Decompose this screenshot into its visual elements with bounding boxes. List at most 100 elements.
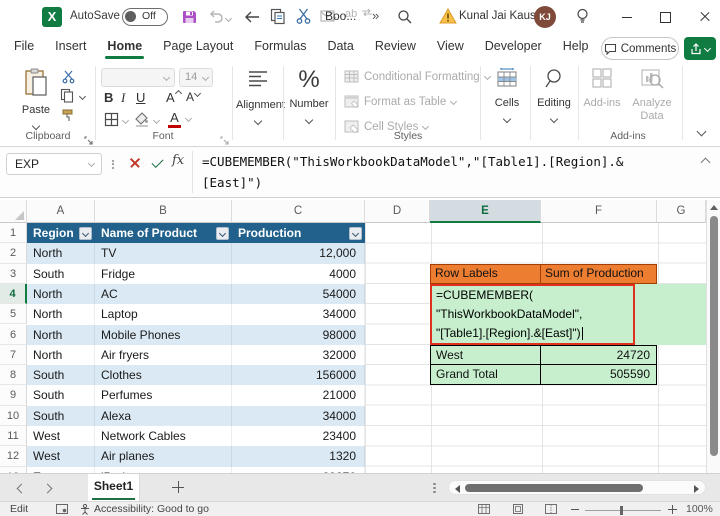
cells-button[interactable]: Cells (486, 68, 528, 127)
page-break-view-button[interactable] (545, 504, 557, 516)
column-header-b[interactable]: B (95, 200, 232, 223)
row-header-1[interactable]: 1 (0, 223, 27, 243)
row-header-6[interactable]: 6 (0, 325, 27, 345)
row-header-9[interactable]: 9 (0, 385, 27, 405)
ribbon-collapse-chevron-icon[interactable] (697, 127, 707, 137)
normal-view-button[interactable] (478, 504, 490, 516)
enter-button[interactable] (150, 155, 166, 171)
column-header-e[interactable]: E (430, 200, 541, 223)
bold-button[interactable]: B (104, 90, 113, 105)
cell-a11[interactable]: West (27, 426, 95, 446)
vertical-scrollbar[interactable] (706, 200, 720, 473)
name-box[interactable]: EXP (6, 153, 102, 175)
cell-b6[interactable]: Mobile Phones (95, 325, 232, 345)
minimize-button[interactable] (612, 0, 642, 34)
cell-c9[interactable]: 21000 (232, 385, 365, 405)
cell-a12[interactable]: West (27, 446, 95, 466)
row-header-12[interactable]: 12 (0, 446, 27, 466)
borders-button[interactable] (104, 112, 119, 132)
formula-edit-box[interactable]: =CUBEMEMBER( "ThisWorkbookDataModel", "[… (430, 284, 635, 345)
cell-c6[interactable]: 98000 (232, 325, 365, 345)
cell-c10[interactable]: 34000 (232, 406, 365, 426)
formula-bar-expand-chevron-icon[interactable] (701, 158, 711, 168)
pivot-cell-grandtotal-label[interactable]: Grand Total (430, 365, 541, 385)
cell-a4[interactable]: North (27, 284, 95, 304)
activation-warning-button[interactable] (439, 8, 457, 29)
tab-data[interactable]: Data (327, 39, 353, 53)
cell-c4[interactable]: 54000 (232, 284, 365, 304)
font-size-combo[interactable]: 14 (179, 68, 213, 87)
cell-a6[interactable]: North (27, 325, 95, 345)
add-sheet-button[interactable] (172, 481, 185, 494)
cell-a3[interactable]: South (27, 264, 95, 284)
page-layout-view-button[interactable] (512, 504, 524, 516)
format-as-table-button[interactable]: Format as Table (344, 95, 456, 108)
maximize-button[interactable] (650, 0, 680, 34)
cell-c2[interactable]: 12,000 (232, 243, 365, 263)
tab-home[interactable]: Home (107, 39, 142, 53)
cell-a10[interactable]: South (27, 406, 95, 426)
tab-help[interactable]: Help (563, 39, 589, 53)
cell-b9[interactable]: Perfumes (95, 385, 232, 405)
zoom-slider-thumb[interactable] (620, 506, 623, 515)
sheet-tab-sheet1[interactable]: Sheet1 (88, 474, 140, 501)
horizontal-scrollbar-thumb[interactable] (465, 484, 643, 492)
select-all-corner[interactable] (0, 200, 27, 223)
column-header-c[interactable]: C (232, 200, 365, 223)
formula-input[interactable]: =CUBEMEMBER("ThisWorkbookDataModel","[Ta… (202, 151, 692, 193)
cut-button[interactable] (296, 8, 311, 30)
row-header-11[interactable]: 11 (0, 426, 27, 446)
row-header-7[interactable]: 7 (0, 345, 27, 365)
cell-c7[interactable]: 32000 (232, 345, 365, 365)
zoom-in-button[interactable] (668, 505, 677, 514)
row-header-8[interactable]: 8 (0, 365, 27, 385)
table-header-production[interactable]: Production (232, 223, 365, 243)
filter-button-production[interactable] (349, 227, 362, 240)
row-header-4[interactable]: 4 (0, 284, 27, 304)
font-color-button[interactable]: A (168, 110, 181, 128)
pivot-header-row-labels[interactable]: Row Labels (430, 264, 541, 284)
grow-font-button[interactable]: A (166, 90, 181, 105)
cell-b2[interactable]: TV (95, 243, 232, 263)
table-header-region[interactable]: Region (27, 223, 95, 243)
underline-button[interactable]: U (136, 90, 145, 105)
cell-b12[interactable]: Air planes (95, 446, 232, 466)
cell-c8[interactable]: 156000 (232, 365, 365, 385)
search-button[interactable] (397, 9, 412, 29)
conditional-formatting-button[interactable]: Conditional Formatting (344, 70, 490, 83)
scroll-up-arrow[interactable] (710, 205, 718, 210)
horizontal-scrollbar[interactable] (448, 480, 706, 495)
editing-button[interactable]: Editing (533, 68, 575, 127)
analyze-data-button[interactable]: Analyze Data (628, 68, 676, 123)
cell-b7[interactable]: Air fryers (95, 345, 232, 365)
cell-c12[interactable]: 1320 (232, 446, 365, 466)
cell-a7[interactable]: North (27, 345, 95, 365)
tab-page-layout[interactable]: Page Layout (163, 39, 233, 53)
filter-button-region[interactable] (79, 227, 92, 240)
copy-button[interactable] (270, 8, 286, 30)
comments-button[interactable]: Comments (601, 37, 679, 60)
scrollbar-splitter[interactable] (433, 481, 436, 495)
number-button[interactable]: % Number (287, 66, 331, 128)
undo-button[interactable] (208, 10, 224, 29)
row-header-3[interactable]: 3 (0, 264, 27, 284)
cell-a8[interactable]: South (27, 365, 95, 385)
accessibility-button[interactable]: Accessibility: Good to go (80, 503, 209, 515)
row-header-5[interactable]: 5 (0, 304, 27, 324)
tab-formulas[interactable]: Formulas (254, 39, 306, 53)
cell-b5[interactable]: Laptop (95, 304, 232, 324)
insert-function-button[interactable]: fx (172, 153, 184, 168)
close-button[interactable] (690, 0, 720, 34)
pivot-header-sum[interactable]: Sum of Production (540, 264, 657, 284)
cell-c3[interactable]: 4000 (232, 264, 365, 284)
sheet-nav-prev-icon[interactable] (17, 484, 27, 494)
scroll-left-arrow[interactable] (455, 485, 460, 493)
tab-file[interactable]: File (14, 39, 34, 53)
cell-b3[interactable]: Fridge (95, 264, 232, 284)
cell-c11[interactable]: 23400 (232, 426, 365, 446)
autosave-toggle[interactable]: Off (122, 8, 168, 26)
avatar[interactable]: KJ (534, 6, 556, 28)
pivot-cell-west-label[interactable]: West (430, 345, 541, 365)
cell-a2[interactable]: North (27, 243, 95, 263)
column-header-g[interactable]: G (657, 200, 706, 223)
